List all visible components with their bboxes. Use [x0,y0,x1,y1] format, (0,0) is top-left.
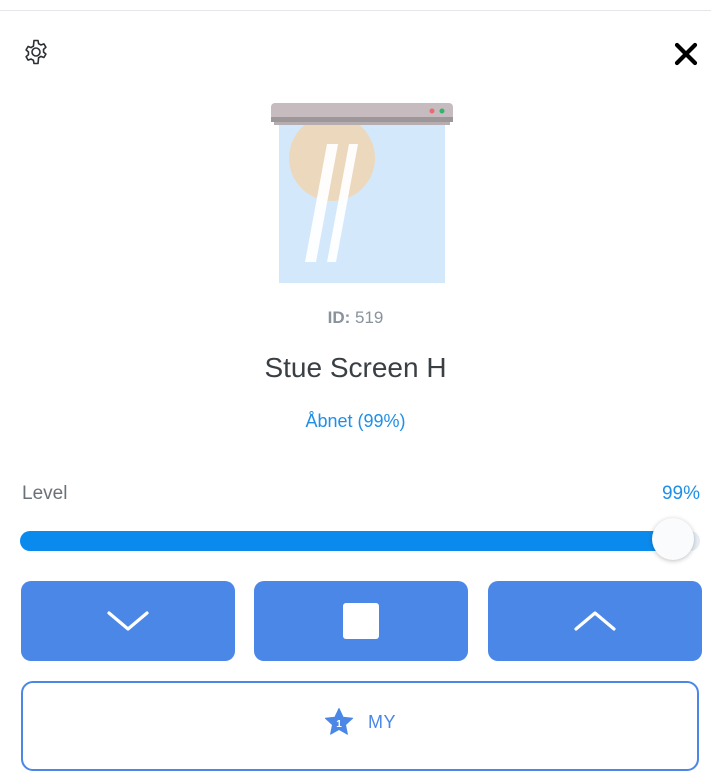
open-blind-button[interactable] [488,581,702,661]
favorite-my-button[interactable]: 1 MY [21,681,699,771]
stop-button[interactable] [254,581,468,661]
level-value: 99% [661,483,700,504]
device-id-label: ID: [327,308,351,327]
favorite-content: 1 MY [23,707,697,737]
gear-icon[interactable] [22,38,50,66]
level-slider-track[interactable] [20,531,700,551]
star-badge-number: 1 [336,719,342,730]
device-id: ID: 519 [0,308,711,328]
level-label: Level [22,483,68,504]
stop-icon [343,603,379,639]
chevron-up-icon [574,611,616,631]
chevron-down-icon [107,611,149,631]
screen-blind-icon [270,100,454,286]
close-icon[interactable] [672,40,700,68]
top-divider [0,10,711,11]
device-name: Stue Screen H [264,352,447,383]
star-icon: 1 [324,708,354,735]
level-slider-thumb[interactable] [651,518,694,560]
device-status: Åbnet (99%) [305,411,406,431]
level-slider-fill [20,531,673,551]
close-blind-button[interactable] [21,581,235,661]
device-id-value: 519 [355,308,384,327]
favorite-label: MY [368,711,396,732]
